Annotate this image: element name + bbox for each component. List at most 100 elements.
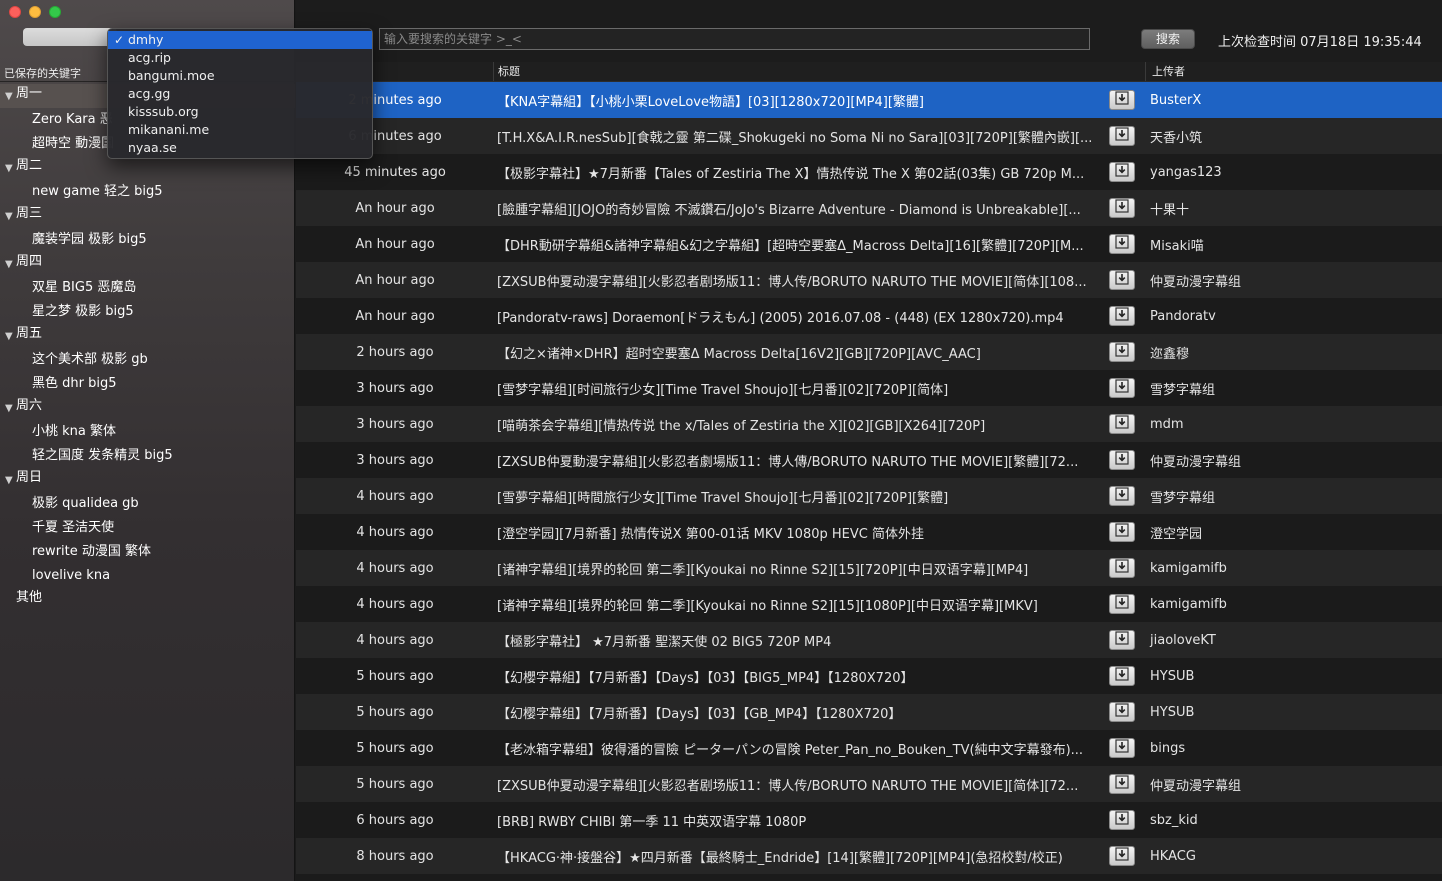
table-row[interactable]: 3 hours ago [雪梦字幕组][时间旅行少女][Time Travel S… (296, 370, 1442, 406)
source-select[interactable] (23, 28, 117, 46)
table-row[interactable]: An hour ago 【DHR動研字幕組&諸神字幕組&幻之字幕組】[超時空要塞Δ… (296, 226, 1442, 262)
keyword-item[interactable]: 魔装学园 极影 big5 (0, 228, 295, 252)
keyword-item[interactable]: 双星 BIG5 恶魔岛 (0, 276, 295, 300)
disclosure-triangle-icon[interactable]: ▼ (5, 207, 13, 227)
menu-item-nyaa-se[interactable]: nyaa.se (108, 139, 372, 157)
table-row[interactable]: 2 minutes ago 【KNA字幕組】【小桃小栗LoveLove物語】[03… (296, 82, 1442, 118)
download-button[interactable] (1109, 306, 1135, 326)
row-time: 4 hours ago (356, 632, 434, 648)
row-uploader: bings (1150, 740, 1186, 756)
download-button[interactable] (1109, 846, 1135, 866)
disclosure-triangle-icon[interactable]: ▼ (5, 87, 13, 107)
keyword-item[interactable]: 黑色 dhr big5 (0, 372, 295, 396)
table-rows: 2 minutes ago 【KNA字幕組】【小桃小栗LoveLove物語】[03… (296, 82, 1442, 874)
download-button[interactable] (1109, 414, 1135, 434)
table-row[interactable]: An hour ago [臉腫字幕組][JOJO的奇妙冒險 不滅鑽石/JoJo's… (296, 190, 1442, 226)
download-button[interactable] (1109, 234, 1135, 254)
tree-group[interactable]: ▼ 周日 (0, 468, 295, 492)
table-row[interactable]: 3 hours ago [喵萌茶会字幕组][情热传说 the x/Tales of… (296, 406, 1442, 442)
tree-group[interactable]: ▼ 周三 (0, 204, 295, 228)
table-row[interactable]: 3 hours ago [ZXSUB仲夏動漫字幕組][火影忍者劇場版11：博人傳/… (296, 442, 1442, 478)
search-input[interactable] (379, 28, 1090, 50)
disclosure-triangle-icon[interactable]: ▼ (5, 327, 13, 347)
disclosure-triangle-icon[interactable]: ▼ (5, 255, 13, 275)
download-button[interactable] (1109, 558, 1135, 578)
keyword-item[interactable]: new game 轻之 big5 (0, 180, 295, 204)
menu-item-acg-gg[interactable]: acg.gg (108, 85, 372, 103)
table-row[interactable]: 6 hours ago [BRB] RWBY CHIBI 第一季 11 中英双语字… (296, 802, 1442, 838)
download-button[interactable] (1109, 90, 1135, 110)
download-button[interactable] (1109, 666, 1135, 686)
download-button[interactable] (1109, 270, 1135, 290)
download-button[interactable] (1109, 342, 1135, 362)
tree-group-label: 周四 (16, 254, 43, 269)
download-button[interactable] (1109, 486, 1135, 506)
row-download-cell (1099, 162, 1145, 182)
column-header-title[interactable]: 标题 (494, 62, 1146, 81)
table-row[interactable]: 5 hours ago 【幻樱字幕组】【7月新番】【Days】【03】【GB_MP… (296, 694, 1442, 730)
download-button[interactable] (1109, 522, 1135, 542)
table-row[interactable]: 5 hours ago 【老冰箱字幕组】彼得潘的冒險 ピーターパンの冒険 Pete… (296, 730, 1442, 766)
disclosure-triangle-icon[interactable]: ▼ (5, 159, 13, 179)
row-uploader: BusterX (1150, 92, 1202, 108)
download-button[interactable] (1109, 594, 1135, 614)
download-button[interactable] (1109, 378, 1135, 398)
table-row[interactable]: 5 hours ago 【幻櫻字幕組】【7月新番】【Days】【03】【BIG5_… (296, 658, 1442, 694)
download-button[interactable] (1109, 126, 1135, 146)
keyword-item[interactable]: lovelive kna (0, 564, 295, 588)
download-button[interactable] (1109, 450, 1135, 470)
menu-item-acg-rip[interactable]: acg.rip (108, 49, 372, 67)
minimize-window-button[interactable] (29, 6, 41, 18)
menu-item-bangumi-moe[interactable]: bangumi.moe (108, 67, 372, 85)
download-button[interactable] (1109, 810, 1135, 830)
table-row[interactable]: 4 hours ago [诸神字幕组][境界的轮回 第二季][Kyoukai no… (296, 586, 1442, 622)
keyword-item[interactable]: rewrite 动漫国 繁体 (0, 540, 295, 564)
table-row[interactable]: An hour ago [ZXSUB仲夏动漫字幕组][火影忍者剧场版11：博人传/… (296, 262, 1442, 298)
menu-item-label: kisssub.org (128, 104, 199, 119)
row-download-cell (1099, 558, 1145, 578)
download-button[interactable] (1109, 774, 1135, 794)
search-button[interactable]: 搜索 (1141, 29, 1195, 49)
table-row[interactable]: 8 hours ago 【HKACG·神·接盤谷】★四月新番【最終騎士_Endri… (296, 838, 1442, 874)
menu-item-label: mikanani.me (128, 122, 210, 137)
download-arrow-icon (1115, 847, 1129, 865)
menu-item-label: acg.rip (128, 50, 171, 65)
download-button[interactable] (1109, 198, 1135, 218)
keyword-item[interactable]: 这个美术部 极影 gb (0, 348, 295, 372)
download-button[interactable] (1109, 630, 1135, 650)
row-time: 5 hours ago (356, 668, 434, 684)
keyword-item[interactable]: 星之梦 极影 big5 (0, 300, 295, 324)
keyword-item[interactable]: 轻之国度 发条精灵 big5 (0, 444, 295, 468)
menu-item-mikanani-me[interactable]: mikanani.me (108, 121, 372, 139)
row-time: An hour ago (355, 236, 435, 252)
tree-group[interactable]: ▼ 周五 (0, 324, 295, 348)
row-time: 2 hours ago (356, 344, 434, 360)
menu-item-kisssub-org[interactable]: kisssub.org (108, 103, 372, 121)
tree-group-other[interactable]: 其他 (0, 588, 295, 612)
download-arrow-icon (1115, 127, 1129, 145)
table-row[interactable]: 4 hours ago [雪夢字幕組][時間旅行少女][Time Travel S… (296, 478, 1442, 514)
download-button[interactable] (1109, 702, 1135, 722)
menu-item-dmhy[interactable]: ✓ dmhy (108, 31, 372, 49)
table-row[interactable]: 4 hours ago 【極影字幕社】 ★7月新番 聖潔天使 02 BIG5 72… (296, 622, 1442, 658)
tree-group[interactable]: ▼ 周二 (0, 156, 295, 180)
table-row[interactable]: 4 hours ago [澄空学园][7月新番] 热情传说X 第00-01话 MK… (296, 514, 1442, 550)
tree-group[interactable]: ▼ 周六 (0, 396, 295, 420)
table-row[interactable]: 6 minutes ago [T.H.X&A.I.R.nesSub][食戟之靈 第… (296, 118, 1442, 154)
column-header-uploader[interactable]: 上传者 (1146, 62, 1442, 81)
disclosure-triangle-icon[interactable]: ▼ (5, 399, 13, 419)
download-button[interactable] (1109, 162, 1135, 182)
table-row[interactable]: An hour ago [Pandoratv-raws] Doraemon[ドラえ… (296, 298, 1442, 334)
keyword-item[interactable]: 极影 qualidea gb (0, 492, 295, 516)
download-button[interactable] (1109, 738, 1135, 758)
keyword-item[interactable]: 小桃 kna 繁体 (0, 420, 295, 444)
tree-group[interactable]: ▼ 周四 (0, 252, 295, 276)
zoom-window-button[interactable] (49, 6, 61, 18)
table-row[interactable]: 5 hours ago [ZXSUB仲夏动漫字幕组][火影忍者剧场版11：博人传/… (296, 766, 1442, 802)
close-window-button[interactable] (9, 6, 21, 18)
keyword-item[interactable]: 千夏 圣洁天使 (0, 516, 295, 540)
disclosure-triangle-icon[interactable]: ▼ (5, 471, 13, 491)
table-row[interactable]: 45 minutes ago 【极影字幕社】★7月新番【Tales of Zest… (296, 154, 1442, 190)
table-row[interactable]: 2 hours ago 【幻之×诸神×DHR】超时空要塞Δ Macross Del… (296, 334, 1442, 370)
table-row[interactable]: 4 hours ago [诸神字幕组][境界的轮回 第二季][Kyoukai no… (296, 550, 1442, 586)
